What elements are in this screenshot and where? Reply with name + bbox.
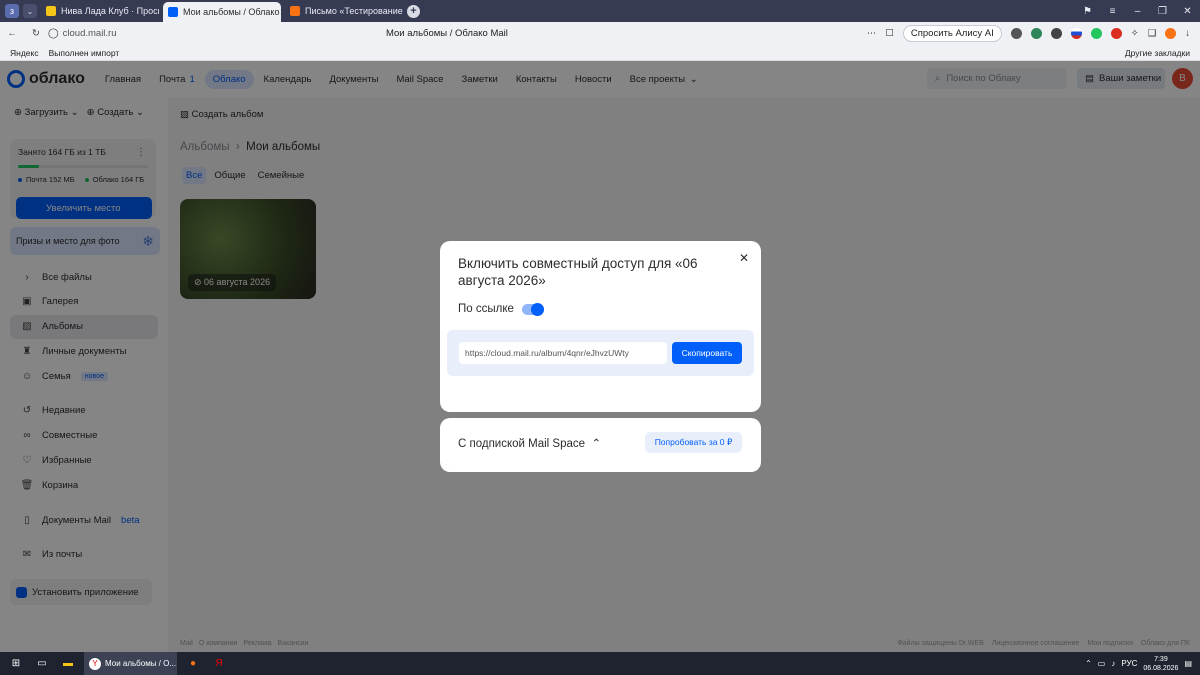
page-title-display: Мои альбомы / Облако Mail <box>386 28 508 39</box>
tabs-dropdown-icon[interactable]: ⌄ <box>23 4 37 18</box>
windows-taskbar: ⊞ ▭ ▬ Y Мои альбомы / О... ● Я ⌃ ▭ ♪ РУС… <box>0 652 1200 675</box>
minimize-icon[interactable]: – <box>1125 6 1150 17</box>
taskbar-browser-app[interactable]: Y Мои альбомы / О... <box>84 652 177 675</box>
by-link-label: По ссылке <box>458 303 514 315</box>
clock[interactable]: 7:39 06.08.2026 <box>1143 655 1178 673</box>
try-button[interactable]: Попробовать за 0 ₽ <box>645 432 742 453</box>
share-link-input[interactable]: https://cloud.mail.ru/album/4qnr/eJhvzUW… <box>459 342 667 364</box>
volume-icon[interactable]: ♪ <box>1111 659 1115 668</box>
more-icon[interactable]: ⋯ <box>867 28 877 39</box>
yandex-browser-icon: Y <box>89 657 101 670</box>
address-bar: ← ↻ ◯ cloud.mail.ru Мои альбомы / Облако… <box>0 22 1200 45</box>
profile-extension-icon[interactable] <box>1165 28 1177 39</box>
close-tab-icon[interactable]: ✕ <box>279 7 281 18</box>
site-info-icon[interactable]: ◯ <box>48 28 59 39</box>
new-tab-icon[interactable]: + <box>407 4 420 18</box>
firefox-icon[interactable]: ● <box>183 656 203 672</box>
task-view-icon[interactable]: ▭ <box>32 656 52 672</box>
download-icon[interactable]: ↓ <box>1185 28 1190 39</box>
bookmarks-bar: Яндекс Выполнен импорт Другие закладки <box>0 45 1200 61</box>
network-icon[interactable]: ▭ <box>1098 659 1106 668</box>
translate-icon[interactable]: ⚑ <box>1075 6 1100 17</box>
by-link-row: По ссылке <box>458 302 544 316</box>
extension-icon[interactable] <box>1010 28 1022 39</box>
system-tray: ⌃ ▭ ♪ РУС 7:39 06.08.2026 ▤ <box>1085 655 1200 673</box>
browser-tab-strip: з ⌄ Нива Лада Клуб · Просм Мои альбомы /… <box>0 0 1200 22</box>
reload-icon[interactable]: ↻ <box>24 28 48 39</box>
link-box: https://cloud.mail.ru/album/4qnr/eJhvzUW… <box>447 330 754 376</box>
flag-icon[interactable] <box>1070 28 1082 39</box>
tab-albums[interactable]: Мои альбомы / Облако ✕ <box>163 2 281 22</box>
by-link-toggle[interactable] <box>521 302 544 316</box>
tray-chevron-icon[interactable]: ⌃ <box>1085 659 1092 668</box>
bookmark-icon[interactable]: ☐ <box>885 28 894 39</box>
url-field[interactable]: cloud.mail.ru <box>63 28 117 39</box>
toggle-knob <box>530 302 544 316</box>
video-extension-icon[interactable] <box>1050 28 1062 39</box>
mail-favicon-icon <box>290 6 300 16</box>
notifications-icon[interactable]: ▤ <box>1184 659 1192 668</box>
bookmark-import[interactable]: Выполнен импорт <box>49 48 120 58</box>
restore-icon[interactable]: ❐ <box>1150 6 1175 17</box>
close-window-icon[interactable]: ✕ <box>1175 6 1200 17</box>
cloud-favicon-icon <box>168 7 178 17</box>
back-icon[interactable]: ← <box>0 28 24 39</box>
tab-niva[interactable]: Нива Лада Клуб · Просм <box>41 2 159 20</box>
chevron-up-icon: ⌃ <box>588 438 602 450</box>
file-explorer-icon[interactable]: ▬ <box>58 656 78 672</box>
subscription-modal: С подпиской Mail Space ⌃ Попробовать за … <box>440 418 761 472</box>
share-modal: Включить совместный доступ для «06 авгус… <box>440 241 761 412</box>
modal-title: Включить совместный доступ для «06 авгус… <box>458 256 698 288</box>
hamburger-menu-icon[interactable]: ≡ <box>1100 6 1125 17</box>
adblock-icon[interactable] <box>1110 28 1122 39</box>
shield-extension-icon[interactable] <box>1030 28 1042 39</box>
language-indicator[interactable]: РУС <box>1121 659 1137 668</box>
niva-favicon-icon <box>46 6 56 16</box>
tab-letter[interactable]: Письмо «Тестирование» <box>285 2 403 20</box>
check-extension-icon[interactable] <box>1090 28 1102 39</box>
bookmark-yandex[interactable]: Яндекс <box>10 48 39 58</box>
puzzle-icon[interactable]: ✧ <box>1131 28 1139 39</box>
browser-menu-icon[interactable]: з <box>5 4 19 18</box>
ask-alisa-button[interactable]: Спросить Алису AI <box>902 25 1002 42</box>
copy-button[interactable]: Скопировать <box>672 342 742 364</box>
subscription-toggle[interactable]: С подпиской Mail Space ⌃ <box>458 436 601 450</box>
windows-start-icon[interactable]: ⊞ <box>6 656 26 672</box>
window-controls: ⚑ ≡ – ❐ ✕ <box>1075 6 1200 17</box>
yandex-icon[interactable]: Я <box>209 656 229 672</box>
other-bookmarks[interactable]: Другие закладки <box>1125 48 1190 58</box>
collections-icon[interactable]: ❑ <box>1148 28 1157 39</box>
close-icon[interactable]: ✕ <box>739 251 749 265</box>
